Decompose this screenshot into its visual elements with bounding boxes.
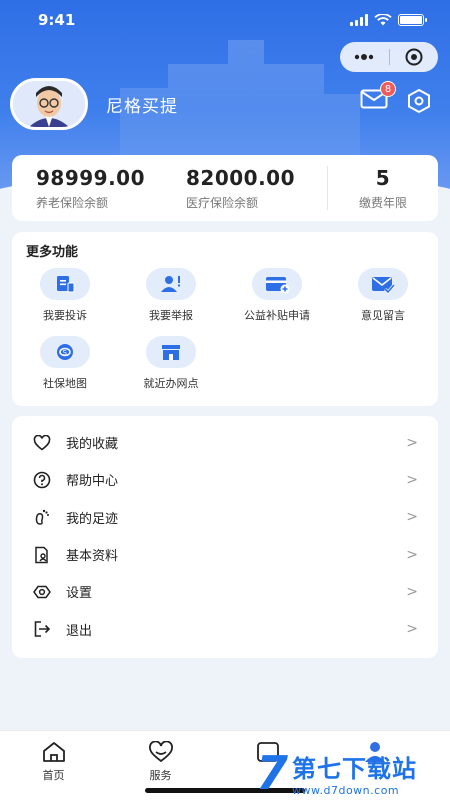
settings-icon	[33, 585, 51, 599]
report-label: 我要举报	[149, 309, 193, 322]
mini-program-capsule	[340, 42, 438, 72]
username: 尼格买提	[106, 96, 178, 117]
social-security-map-button[interactable]: S 社保地图	[12, 336, 118, 391]
avatar[interactable]	[10, 78, 88, 130]
messages-button[interactable]: 8	[360, 81, 396, 113]
message-count-badge: 8	[380, 81, 396, 97]
more-functions-card: 更多功能 我要投诉 我要举报 公益补贴申请 意见留言 S 社保地图 就近办网点	[12, 232, 438, 406]
medical-balance-value: 82000.00	[186, 165, 296, 190]
chevron-right-icon: >	[406, 583, 418, 600]
watermark-text: 第七下载站	[292, 755, 418, 783]
help-icon	[33, 471, 51, 489]
menu-item-label: 我的收藏	[66, 437, 119, 453]
more-options-button[interactable]	[340, 42, 389, 72]
target-circle-icon	[405, 48, 423, 66]
menu-item-label: 我的足迹	[66, 511, 119, 527]
watermark-url: www.d7down.com	[292, 784, 400, 797]
tab-service-label: 服务	[149, 769, 172, 782]
social-security-map-label: 社保地图	[43, 377, 87, 390]
complaint-icon	[57, 276, 75, 293]
medical-balance-label: 医疗保险余额	[186, 195, 259, 210]
menu-item-footprints[interactable]: 我的足迹 >	[12, 499, 438, 536]
payment-years-label: 缴费年限	[358, 196, 407, 210]
menu-list: 我的收藏 > 帮助中心 > 我的足迹 > 基本资料 > 设置 > 退出 >	[12, 416, 438, 658]
medical-balance[interactable]: 82000.00 医疗保险余额	[162, 166, 327, 211]
tab-home[interactable]: 首页	[0, 731, 107, 800]
menu-item-help[interactable]: 帮助中心 >	[12, 461, 438, 498]
feedback-label: 意见留言	[361, 309, 405, 322]
chevron-right-icon: >	[406, 546, 418, 563]
chevron-right-icon: >	[406, 621, 418, 638]
battery-icon	[398, 14, 427, 26]
subsidy-application-button[interactable]: 公益补贴申请	[224, 268, 330, 323]
subsidy-application-label: 公益补贴申请	[244, 309, 310, 322]
pension-balance-value: 98999.00	[36, 165, 146, 190]
menu-item-basic-info[interactable]: 基本资料 >	[12, 536, 438, 573]
wifi-icon	[374, 14, 392, 26]
heart-icon	[33, 434, 51, 451]
menu-item-label: 帮助中心	[66, 474, 119, 490]
chevron-right-icon: >	[406, 509, 418, 526]
service-heart-icon	[148, 741, 173, 763]
status-bar: 9:41	[0, 0, 450, 40]
menu-item-label: 设置	[66, 586, 93, 602]
subsidy-card-icon	[266, 277, 290, 294]
close-mini-program-button[interactable]	[390, 42, 439, 72]
logout-icon	[34, 621, 51, 637]
feedback-button[interactable]: 意见留言	[330, 268, 436, 323]
cartoon-avatar-icon	[13, 81, 85, 127]
menu-item-favorites[interactable]: 我的收藏 >	[12, 424, 438, 461]
more-functions-title: 更多功能	[26, 245, 79, 260]
chevron-right-icon: >	[406, 471, 418, 488]
pension-balance[interactable]: 98999.00 养老保险余额	[12, 166, 162, 211]
settings-eye-icon[interactable]	[406, 88, 432, 114]
user-profile[interactable]: 尼格买提	[10, 78, 178, 130]
more-dots-icon	[355, 54, 374, 60]
payment-years[interactable]: 5 缴费年限	[327, 166, 438, 210]
menu-item-logout[interactable]: 退出 >	[12, 610, 438, 647]
watermark: 7 第七下载站 www.d7down.com	[256, 748, 446, 798]
nearby-office-label: 就近办网点	[143, 377, 199, 390]
status-time: 9:41	[38, 11, 76, 29]
menu-item-settings[interactable]: 设置 >	[12, 573, 438, 610]
watermark-logo: 7	[256, 746, 289, 800]
nearby-office-icon	[162, 345, 180, 360]
footprint-icon	[35, 510, 49, 525]
profile-doc-icon	[35, 546, 48, 563]
report-icon	[161, 276, 180, 292]
tab-home-label: 首页	[42, 769, 65, 782]
feedback-mail-icon	[372, 277, 396, 294]
nearby-office-button[interactable]: 就近办网点	[118, 336, 224, 391]
balance-card: 98999.00 养老保险余额 82000.00 医疗保险余额 5 缴费年限	[12, 155, 438, 221]
complaint-button[interactable]: 我要投诉	[12, 268, 118, 323]
report-button[interactable]: 我要举报	[118, 268, 224, 323]
home-icon	[42, 742, 65, 762]
complaint-label: 我要投诉	[43, 309, 87, 322]
chevron-right-icon: >	[406, 434, 418, 451]
svg-text:S: S	[63, 349, 68, 357]
cellular-signal-icon	[350, 14, 368, 26]
menu-item-label: 退出	[66, 623, 93, 639]
menu-item-label: 基本资料	[66, 549, 119, 565]
social-security-map-icon: S	[57, 344, 73, 360]
payment-years-value: 5	[375, 166, 391, 190]
pension-balance-label: 养老保险余额	[36, 195, 109, 210]
